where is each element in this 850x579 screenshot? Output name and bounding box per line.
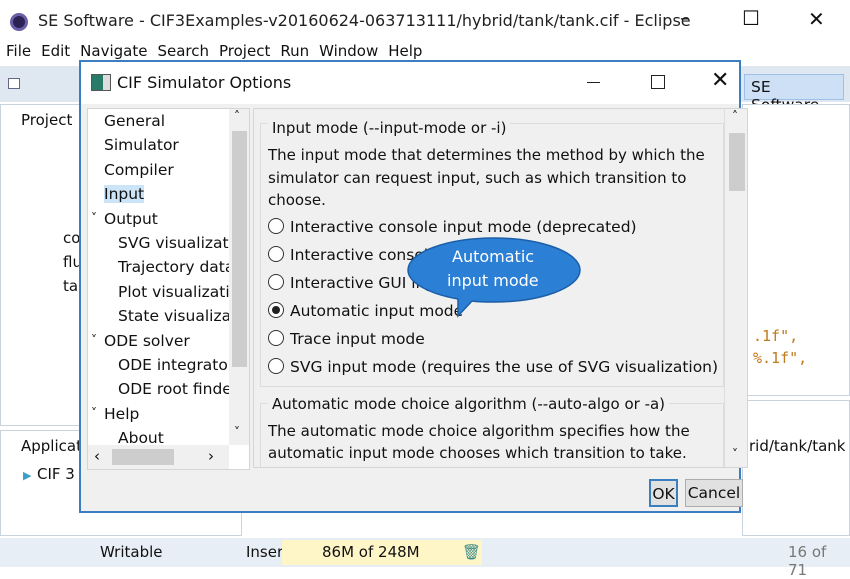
- callout-text: Automatic: [452, 247, 535, 266]
- input-mode-desc: choose.: [268, 191, 326, 209]
- console-path: rid/tank/tank: [749, 437, 846, 455]
- radio-input-mode[interactable]: Trace input mode: [268, 330, 425, 348]
- play-icon: ▶: [23, 469, 32, 482]
- console-view: rid/tank/tank: [742, 400, 850, 536]
- tree-item-label: ODE root finder: [118, 380, 239, 399]
- radio-button[interactable]: [268, 358, 284, 374]
- tree-hscrollbar[interactable]: ‹ ›: [88, 445, 229, 469]
- tree-item-output[interactable]: ˅ Output: [91, 209, 158, 228]
- tree-item-label: Simulator: [104, 136, 179, 155]
- radio-button[interactable]: [268, 246, 284, 262]
- auto-algo-desc: The automatic mode choice algorithm spec…: [268, 422, 690, 440]
- insert-status: Inser: [246, 543, 284, 561]
- status-bar: Writable Inser 86M of 248M 🗑 16 of 71: [0, 538, 850, 579]
- heap-status[interactable]: 86M of 248M 🗑: [282, 540, 482, 565]
- tree-item-label: Help: [104, 404, 140, 423]
- dialog-title: CIF Simulator Options: [117, 73, 292, 92]
- tree-item-simulator[interactable]: Simulator: [104, 136, 179, 154]
- tree-item-label: General: [104, 112, 166, 130]
- menu-edit[interactable]: Edit: [41, 42, 70, 60]
- editor-line: %.1f",: [753, 349, 808, 367]
- tree-item[interactable]: co: [63, 229, 80, 247]
- window-title: SE Software - CIF3Examples-v20160624-063…: [38, 11, 691, 30]
- radio-button[interactable]: [268, 330, 284, 346]
- tree-item-general[interactable]: General: [104, 112, 165, 130]
- input-mode-group-title: Input mode (--input-mode or -i): [268, 119, 511, 137]
- chevron-down-icon[interactable]: ˅: [91, 333, 97, 347]
- tree-item-ode-root-finder[interactable]: ODE root finder: [118, 380, 238, 398]
- auto-algo-group-title: Automatic mode choice algorithm (--auto-…: [268, 395, 670, 413]
- radio-label: Trace input mode: [290, 330, 425, 348]
- tree-item-compiler[interactable]: Compiler: [104, 161, 174, 179]
- applications-title: Applicat: [21, 437, 82, 455]
- menu-run[interactable]: Run: [280, 42, 309, 60]
- tree-item-label: State visualizat: [118, 307, 238, 326]
- heap-text: 86M of 248M: [322, 543, 420, 561]
- window-titlebar: SE Software - CIF3Examples-v20160624-063…: [0, 0, 850, 42]
- application-item[interactable]: CIF 3: [37, 465, 75, 483]
- callout-text: input mode: [447, 271, 539, 290]
- dialog-minimize[interactable]: [587, 82, 600, 83]
- tree-item-label: Trajectory data: [118, 258, 235, 277]
- eclipse-icon: [10, 13, 28, 31]
- new-icon[interactable]: [8, 78, 20, 89]
- dialog-close[interactable]: ✕: [711, 68, 729, 93]
- menu-window[interactable]: Window: [319, 42, 378, 60]
- perspective-button[interactable]: SE Software: [744, 74, 844, 114]
- radio-label: Interactive console input mode (deprecat…: [290, 218, 637, 236]
- editor: .1f", %.1f",: [742, 104, 850, 396]
- dialog-icon: [91, 74, 111, 91]
- close-window-button[interactable]: ✕: [808, 7, 825, 31]
- maximize-button[interactable]: ☐: [742, 6, 760, 30]
- project-explorer-title: Project: [21, 111, 73, 129]
- tree-item-label: ODE integrator: [118, 356, 235, 374]
- radio-button[interactable]: [268, 218, 284, 234]
- panel-vscrollbar[interactable]: ˄ ˅: [724, 109, 747, 467]
- dialog-maximize[interactable]: [651, 75, 665, 89]
- tree-item-label: Output: [104, 209, 158, 228]
- radio-button[interactable]: [268, 302, 284, 318]
- tree-item-label: SVG visualizatio: [118, 234, 243, 252]
- ok-button[interactable]: OK: [649, 479, 678, 507]
- tree-vscrollbar[interactable]: ˄ ˅: [229, 109, 249, 445]
- menu-project[interactable]: Project: [219, 42, 270, 60]
- tree-item-svg-visualizatio[interactable]: SVG visualizatio: [118, 234, 242, 252]
- tree-item-label: Plot visualizatio: [118, 282, 240, 301]
- chevron-down-icon[interactable]: ˅: [91, 406, 97, 420]
- radio-input-mode[interactable]: Interactive console input mode (deprecat…: [268, 218, 637, 236]
- tree-item-ode-solver[interactable]: ˅ ODE solver: [91, 331, 190, 350]
- tree-item-plot-visualizatio[interactable]: Plot visualizatio: [118, 283, 239, 301]
- cancel-button[interactable]: Cancel: [685, 479, 743, 507]
- input-mode-desc: The input mode that determines the metho…: [268, 146, 705, 164]
- chevron-down-icon[interactable]: ˅: [91, 211, 97, 225]
- trash-icon[interactable]: 🗑: [462, 543, 481, 561]
- minimize-button[interactable]: –: [680, 8, 689, 29]
- menu-navigate[interactable]: Navigate: [80, 42, 147, 60]
- editor-line: .1f",: [753, 327, 799, 345]
- menu-search[interactable]: Search: [157, 42, 209, 60]
- tree-item-label: Compiler: [104, 160, 174, 179]
- input-mode-desc: simulator can request input, such as whi…: [268, 169, 687, 187]
- radio-button[interactable]: [268, 274, 284, 290]
- tree-item-label: Input: [104, 185, 145, 204]
- tree-item-help[interactable]: ˅ Help: [91, 404, 140, 423]
- tree-item-label: ODE solver: [104, 331, 190, 350]
- dialog-titlebar: CIF Simulator Options ✕: [81, 62, 739, 104]
- tree-item-input[interactable]: Input: [104, 185, 145, 204]
- radio-input-mode[interactable]: SVG input mode (requires the use of SVG …: [268, 358, 718, 376]
- menu-file[interactable]: File: [6, 42, 31, 60]
- page-status: 16 of 71: [788, 543, 827, 579]
- tree-item-trajectory-data[interactable]: Trajectory data: [118, 258, 234, 276]
- tree-item-state-visualizat[interactable]: State visualizat: [118, 307, 237, 325]
- radio-label: SVG input mode (requires the use of SVG …: [290, 358, 719, 376]
- writable-status: Writable: [100, 543, 163, 561]
- auto-algo-desc: automatic input mode chooses which trans…: [268, 444, 687, 462]
- tree-item-ode-integrator[interactable]: ODE integrator: [118, 356, 234, 374]
- options-tree: General Simulator Compiler Input ˅ Output SVG …: [87, 108, 250, 470]
- menu-help[interactable]: Help: [388, 42, 422, 60]
